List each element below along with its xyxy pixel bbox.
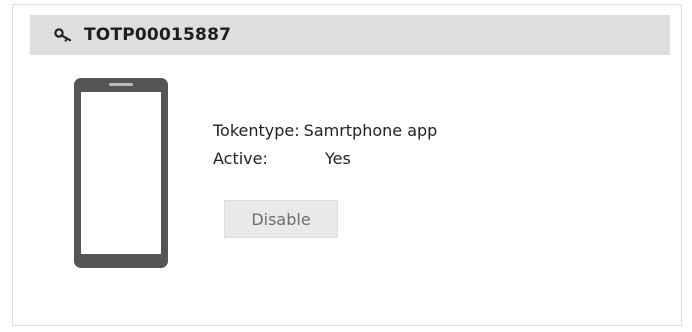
token-active-value: Yes	[325, 149, 351, 168]
token-details: Tokentype: Samrtphone app Active: Yes	[213, 117, 437, 173]
token-card: TOTP00015887 Tokentype: Samrtphone app A…	[12, 4, 682, 326]
token-active-label: Active:	[213, 149, 268, 168]
token-type-label: Tokentype:	[213, 121, 300, 140]
key-icon	[54, 28, 74, 42]
token-header: TOTP00015887	[30, 15, 670, 55]
disable-button[interactable]: Disable	[224, 200, 338, 238]
token-active-row: Active: Yes	[213, 145, 437, 173]
smartphone-icon	[74, 78, 168, 268]
token-title: TOTP00015887	[84, 25, 232, 45]
token-type-row: Tokentype: Samrtphone app	[213, 117, 437, 145]
token-type-value: Samrtphone app	[303, 121, 438, 140]
